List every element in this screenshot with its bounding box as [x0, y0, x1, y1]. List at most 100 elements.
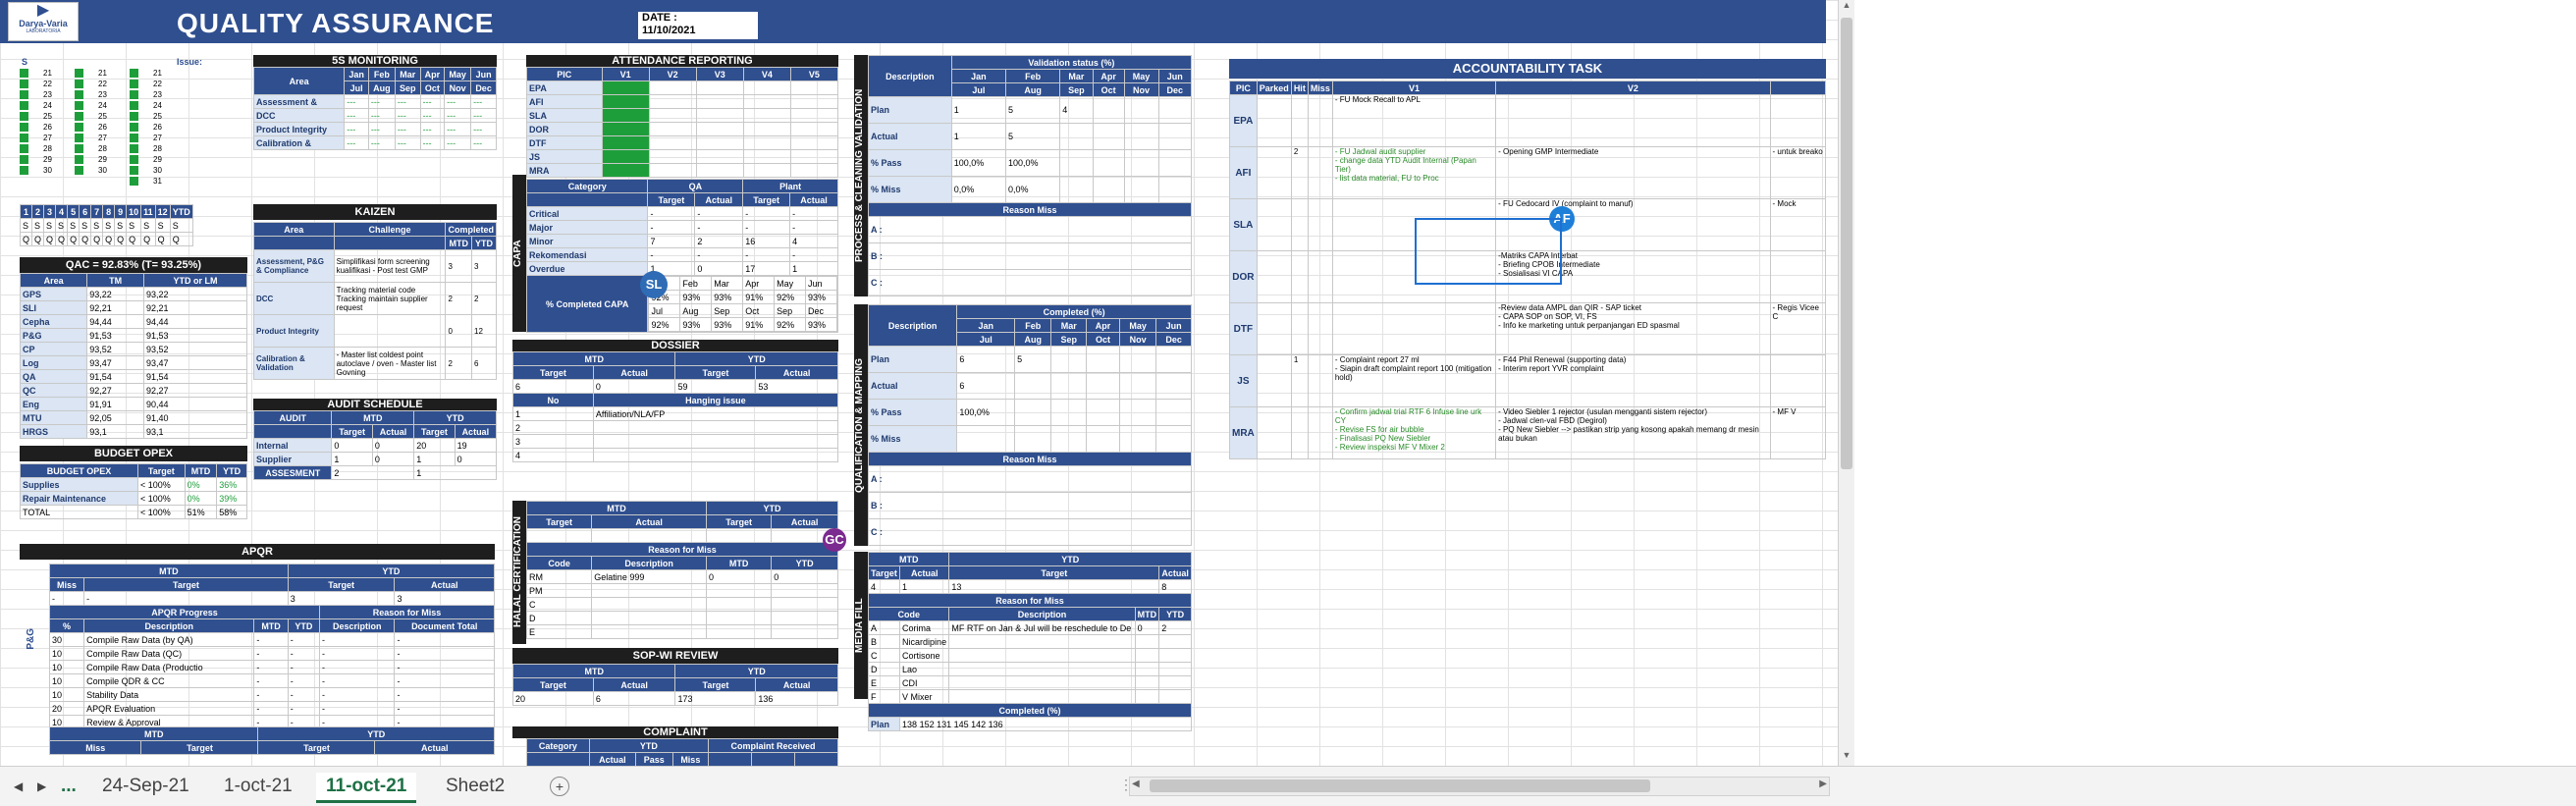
qac-cell: 91,54	[143, 369, 247, 384]
att-cell	[742, 81, 791, 95]
halal-desc-cell	[591, 611, 707, 625]
hscroll-right-icon[interactable]: ▶	[1819, 779, 1827, 789]
qm-value	[1155, 399, 1192, 426]
s5-value: ---	[344, 108, 369, 123]
calendar-day: 28	[98, 144, 107, 153]
user-avatar-gc[interactable]: GC	[823, 528, 846, 552]
scroll-up-icon[interactable]: ▲	[1839, 0, 1854, 16]
table-row: AFI	[526, 94, 839, 109]
tab-24-sep-21[interactable]: 24-Sep-21	[92, 773, 199, 800]
table-row: Area Challenge Completed	[253, 222, 497, 237]
qac-header: Area	[19, 273, 88, 288]
account-parked	[1256, 198, 1292, 251]
media-desc: Description	[948, 607, 1136, 621]
qac-cell: 91,54	[86, 369, 145, 384]
table-row: Miss Target Target Actual	[48, 740, 495, 755]
calendar-status-cell	[130, 177, 138, 186]
scroll-down-icon[interactable]: ▼	[1839, 750, 1854, 766]
s5-area-header: Area	[252, 67, 346, 95]
spreadsheet-grid[interactable]: ▶ Darya-Varia LABORATORIA QUALITY ASSURA…	[0, 0, 1838, 766]
audit-cell: 20	[413, 438, 456, 453]
pcv-value: 100,0%	[950, 149, 1006, 177]
audit-cell: Internal	[252, 438, 333, 453]
capa-cell: 7	[647, 234, 696, 248]
media-plan-values: 138 152 131 145 142 136	[899, 717, 1192, 731]
capa-month: Dec	[805, 303, 837, 318]
pcv-desc: Description	[868, 55, 952, 97]
dossier-actual: Actual	[592, 365, 676, 380]
tab-11-oct-21[interactable]: 11-oct-21	[316, 773, 417, 803]
apqr-header: MTD	[253, 618, 289, 633]
table-row: Eng 91,91 90,44	[19, 397, 247, 411]
s5-value: ---	[470, 94, 497, 109]
qac-table: Area TM YTD or LM GPS 93,22 93,22 SLI 92,21 92,2…	[19, 273, 247, 439]
add-sheet-icon[interactable]: +	[550, 777, 569, 796]
table-row: 1 Affiliation/NLA/FP	[512, 406, 839, 421]
table-row: % Description MTD YTD Description Document To…	[48, 618, 495, 633]
capa-target: Target	[647, 192, 696, 207]
tab-more[interactable]: ...	[51, 773, 86, 800]
vertical-scrollbar[interactable]: ▲ ▼	[1838, 0, 1854, 766]
complaint-category: Category	[526, 738, 590, 753]
att-pic: DOR	[526, 122, 603, 136]
media-target: Target	[867, 565, 901, 580]
date-value: 11/10/2021	[642, 25, 696, 36]
table-row: CP 93,52 93,52	[19, 342, 247, 356]
apqr-dash: -	[318, 701, 396, 716]
capa-table-wrap: Category QA Plant Target Actual Target Actual C…	[525, 179, 838, 333]
table-row: SLA	[526, 108, 839, 123]
calendar-day: 28	[43, 144, 52, 153]
qac-cell: CP	[19, 342, 88, 356]
pcv-month: Dec	[1157, 82, 1193, 97]
apqr-miss: Miss	[48, 577, 85, 592]
calendar-status-cell	[130, 112, 138, 121]
apqr-bottom-table: MTD YTD Miss Target Target Actual	[48, 726, 495, 755]
table-row: 30 Compile Raw Data (by QA) - - - -	[48, 632, 495, 647]
s5-area: Assessment &	[252, 94, 346, 109]
qac-cell: GPS	[19, 287, 88, 301]
s5-value: ---	[394, 122, 421, 136]
apqr-dash: -	[253, 701, 289, 716]
qm-value	[1119, 372, 1157, 400]
user-avatar-sl[interactable]: SL	[640, 271, 668, 298]
capa-pct: 93%	[805, 290, 837, 304]
table-row: Product Integrity 0 12	[253, 314, 497, 348]
tab-1-oct-21[interactable]: 1-oct-21	[214, 773, 302, 800]
apqr-dash: -	[253, 632, 289, 647]
account-v2: - F44 Phil Renewal (supporting data) - I…	[1495, 354, 1771, 407]
table-row: Plan 138 152 131 145 142 136	[867, 717, 1192, 731]
horizontal-scrollbar[interactable]: ◀ ▶	[1129, 777, 1830, 796]
pcv-status: Validation status (%)	[950, 55, 1193, 70]
month-header: 4	[55, 204, 69, 219]
table-row: C :	[868, 518, 1192, 546]
month-q-cell: Q	[55, 232, 69, 246]
media-desc-cell	[948, 634, 1136, 649]
hscroll-left-icon[interactable]: ◀	[1132, 779, 1140, 789]
tab-sheet2[interactable]: Sheet2	[436, 773, 514, 800]
dossier-item-desc	[592, 434, 839, 449]
account-miss	[1307, 198, 1333, 251]
hscroll-thumb[interactable]	[1150, 779, 1650, 792]
month-q-cell: Q	[140, 232, 156, 246]
kaizen-cell: 2	[445, 347, 473, 380]
qac-cell: 93,22	[143, 287, 247, 301]
pcv-value: 0,0%	[950, 176, 1006, 203]
att-cell	[742, 149, 791, 164]
date-box[interactable]: DATE : 11/10/2021	[638, 12, 758, 39]
table-row: A :	[868, 465, 1192, 493]
media-val: 1	[899, 579, 950, 594]
media-ytd-cell	[1158, 648, 1192, 663]
kaizen-cell: Tracking material code Tracking maintain…	[333, 282, 447, 315]
logo-arrow-icon: ▶	[36, 2, 50, 19]
s5-value: ---	[344, 94, 369, 109]
month-header: YTD	[169, 204, 193, 219]
qac-cell: 93,1	[143, 424, 247, 439]
table-row: --33	[48, 591, 495, 606]
complaint-blank	[707, 752, 752, 766]
media-table: MTD YTD Target Actual Target Actual 4 1 13 8 Reaso…	[867, 552, 1192, 731]
selected-cell[interactable]	[1415, 218, 1562, 285]
scroll-thumb[interactable]	[1841, 18, 1852, 469]
account-v3: - untuk breako	[1769, 146, 1827, 199]
apqr-dash: -	[318, 632, 396, 647]
pcv-value: 1	[950, 123, 1006, 150]
